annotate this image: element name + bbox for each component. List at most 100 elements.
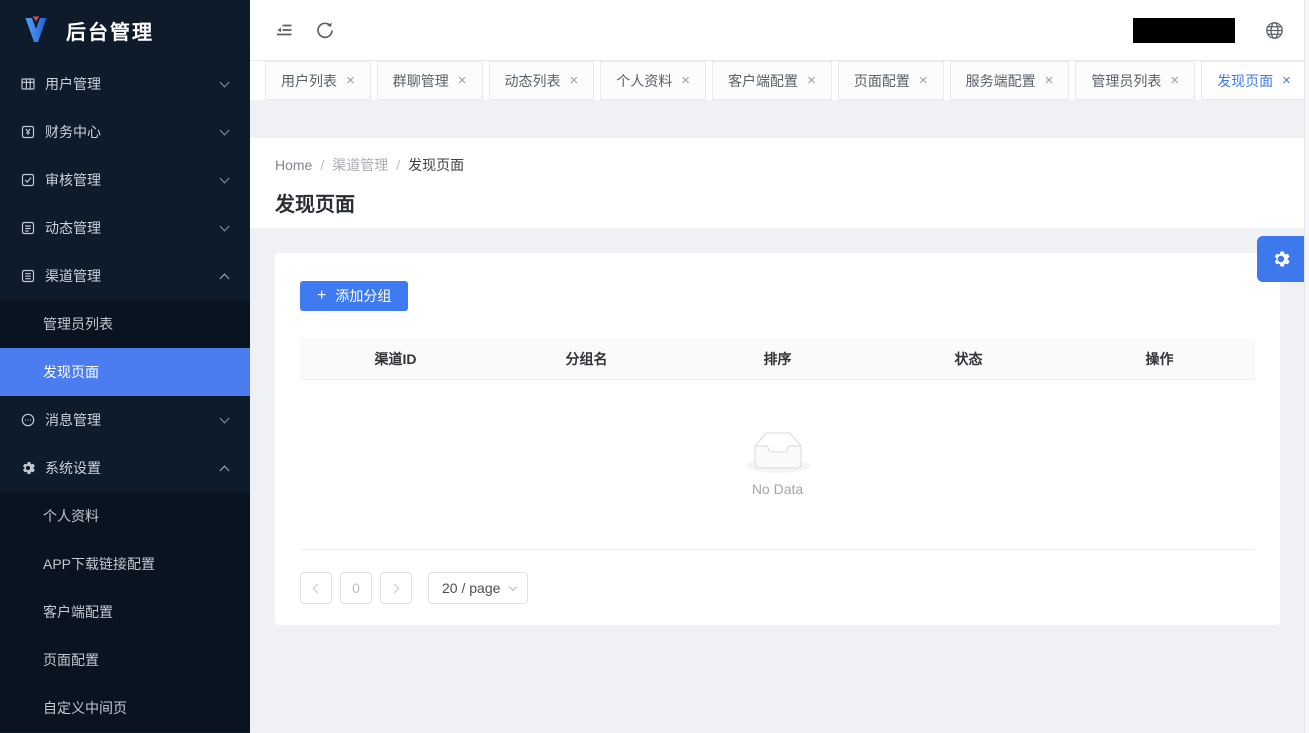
close-icon[interactable]: × [919, 73, 928, 88]
page-header: Home / 渠道管理 / 发现页面 发现页面 [250, 138, 1309, 228]
chevron-up-icon [219, 273, 230, 283]
breadcrumb: Home / 渠道管理 / 发现页面 [275, 155, 1284, 175]
add-group-button[interactable]: + 添加分组 [300, 281, 409, 311]
sidebar-item-label: 客户端配置 [43, 604, 113, 620]
groups-table: 渠道ID 分组名 排序 状态 操作 No Data [300, 338, 1255, 550]
sidebar-item-page-config[interactable]: 页面配置 [0, 636, 250, 684]
column-group-name: 分组名 [565, 350, 608, 367]
current-page-button[interactable]: 0 [340, 572, 372, 604]
close-icon[interactable]: × [1045, 73, 1054, 88]
breadcrumb-current: 发现页面 [408, 157, 465, 173]
sidebar-item-system-settings[interactable]: 系统设置 [0, 444, 250, 492]
breadcrumb-separator: / [396, 157, 401, 173]
close-icon[interactable]: × [458, 73, 467, 88]
page-size-value: 20 / page [442, 580, 501, 596]
column-actions: 操作 [1145, 350, 1174, 367]
sidebar-item-label: 管理员列表 [43, 316, 113, 332]
logo-row: 后台管理 [0, 0, 250, 60]
close-icon[interactable]: × [1282, 73, 1291, 88]
settings-submenu: 个人资料 APP下载链接配置 客户端配置 页面配置 自定义中间页 [0, 492, 250, 732]
sidebar-item-admin-list[interactable]: 管理员列表 [0, 300, 250, 348]
next-page-button[interactable] [380, 572, 412, 604]
empty-box-icon [745, 432, 810, 473]
tab-label: 发现页面 [1217, 72, 1274, 89]
breadcrumb-home[interactable]: Home [275, 157, 312, 173]
app-logo-icon [25, 16, 47, 42]
tab-server-config[interactable]: 服务端配置 × [949, 61, 1070, 100]
sidebar-item-label: 系统设置 [45, 460, 101, 476]
sidebar-item-channel-management[interactable]: 渠道管理 [0, 252, 250, 300]
collapse-sidebar-icon[interactable] [273, 19, 295, 41]
tab-group-chat[interactable]: 群聊管理 × [376, 61, 483, 100]
sidebar-menu: 用户管理 财务中心 审核管理 动态管理 渠道管理 管理员列表 发现页面 消息管理… [0, 60, 250, 732]
gear-icon [20, 460, 36, 476]
sidebar-item-label: APP下载链接配置 [43, 556, 156, 572]
sidebar-item-label: 页面配置 [43, 652, 99, 668]
current-page-number: 0 [352, 580, 360, 596]
sidebar-item-label: 自定义中间页 [43, 700, 127, 716]
table-grid-icon [20, 76, 36, 92]
tab-label: 个人资料 [616, 72, 673, 89]
sidebar-item-client-config[interactable]: 客户端配置 [0, 588, 250, 636]
theme-settings-button[interactable] [1257, 236, 1304, 282]
page-title: 发现页面 [275, 194, 355, 216]
tab-bar: 用户列表 × 群聊管理 × 动态列表 × 个人资料 × 客户端配置 × 页面配置… [250, 60, 1309, 100]
sidebar-item-label: 财务中心 [45, 124, 101, 140]
sidebar-item-label: 个人资料 [43, 508, 99, 524]
tab-user-list[interactable]: 用户列表 × [265, 61, 371, 100]
sidebar-item-user-management[interactable]: 用户管理 [0, 60, 250, 108]
tab-label: 动态列表 [504, 72, 561, 89]
sidebar-item-profile[interactable]: 个人资料 [0, 492, 250, 540]
empty-state: No Data [300, 380, 1255, 550]
sidebar-item-audit-management[interactable]: 审核管理 [0, 156, 250, 204]
pagination: 0 20 / page [300, 572, 1255, 604]
close-icon[interactable]: × [807, 73, 816, 88]
add-group-label: 添加分组 [335, 288, 392, 304]
tab-label: 管理员列表 [1091, 72, 1162, 89]
column-sort: 排序 [763, 350, 792, 367]
plus-icon: + [317, 287, 327, 304]
sidebar: 后台管理 用户管理 财务中心 审核管理 动态管理 渠道管理 管理员列表 发现页面… [0, 0, 250, 733]
chevron-down-icon [219, 413, 230, 423]
app-title: 后台管理 [66, 21, 154, 44]
tab-discover-page[interactable]: 发现页面 × [1201, 61, 1307, 100]
sidebar-item-label: 发现页面 [43, 364, 99, 380]
sidebar-item-app-download-config[interactable]: APP下载链接配置 [0, 540, 250, 588]
chevron-down-icon [219, 77, 230, 87]
finance-icon [20, 124, 36, 140]
chevron-right-icon [389, 583, 400, 593]
sidebar-item-finance-center[interactable]: 财务中心 [0, 108, 250, 156]
sidebar-item-label: 审核管理 [45, 172, 101, 188]
chevron-left-icon [312, 583, 323, 593]
chevron-up-icon [219, 465, 230, 475]
close-icon[interactable]: × [681, 73, 690, 88]
check-square-icon [20, 172, 36, 188]
tab-client-config[interactable]: 客户端配置 × [712, 61, 832, 100]
sidebar-item-message-management[interactable]: 消息管理 [0, 396, 250, 444]
content-area: Home / 渠道管理 / 发现页面 发现页面 + 添加分组 渠道ID 分组名 [250, 100, 1309, 733]
sidebar-item-discover-page[interactable]: 发现页面 [0, 348, 250, 396]
refresh-icon[interactable] [314, 19, 336, 41]
page-size-select[interactable]: 20 / page [428, 572, 529, 604]
tab-dynamic-list[interactable]: 动态列表 × [488, 61, 595, 100]
globe-language-icon[interactable] [1263, 19, 1285, 41]
column-channel-id: 渠道ID [374, 350, 417, 367]
close-icon[interactable]: × [1170, 73, 1179, 88]
gear-icon [1274, 251, 1290, 267]
sidebar-item-dynamic-management[interactable]: 动态管理 [0, 204, 250, 252]
tab-admin-list[interactable]: 管理员列表 × [1075, 61, 1196, 100]
admin-screen: 后台管理 用户管理 财务中心 审核管理 动态管理 渠道管理 管理员列表 发现页面… [0, 0, 1309, 733]
tab-label: 用户列表 [281, 72, 337, 89]
previous-page-button[interactable] [300, 572, 332, 604]
close-icon[interactable]: × [570, 73, 579, 88]
user-account-redacted[interactable] [1133, 17, 1235, 43]
tab-profile[interactable]: 个人资料 × [600, 61, 707, 100]
tab-label: 页面配置 [853, 72, 910, 89]
vertical-scrollbar[interactable] [1304, 0, 1309, 733]
tab-page-config[interactable]: 页面配置 × [837, 61, 944, 100]
breadcrumb-channel-management[interactable]: 渠道管理 [332, 155, 388, 175]
sidebar-item-custom-middle-page[interactable]: 自定义中间页 [0, 684, 250, 732]
column-status: 状态 [954, 350, 983, 367]
chevron-down-icon [219, 173, 230, 183]
close-icon[interactable]: × [346, 73, 355, 88]
